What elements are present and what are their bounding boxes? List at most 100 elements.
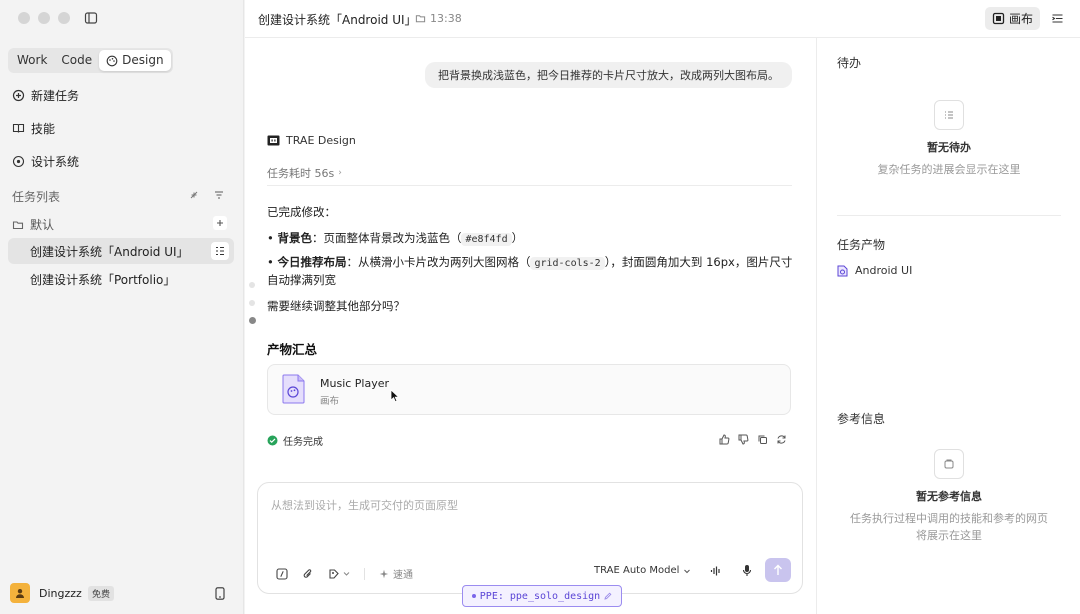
attachment-icon[interactable] <box>302 568 314 580</box>
design-style-icon <box>328 568 340 580</box>
collapse-icon[interactable] <box>188 189 200 201</box>
sparkle-icon <box>379 569 389 579</box>
filter-icon[interactable] <box>213 189 225 201</box>
sidebar-toggle-icon[interactable] <box>84 11 98 25</box>
microphone-icon[interactable] <box>742 564 752 577</box>
chat-panel: 把背景换成浅蓝色，把今日推荐的卡片尺寸放大，改成两列大图布局。 TRAE Des… <box>245 38 816 614</box>
reference-empty-title: 暂无参考信息 <box>916 490 982 503</box>
mode-tab-design[interactable]: Design <box>99 50 171 71</box>
mode-tab-code[interactable]: Code <box>54 50 99 71</box>
task-duration-text: 任务耗时 56s <box>267 167 335 180</box>
bullet-label: 今日推荐布局 <box>277 255 347 269</box>
code-chip: grid-cols-2 <box>530 257 605 270</box>
speed-mode-label: 速通 <box>393 570 413 581</box>
mode-tab-work[interactable]: Work <box>10 50 54 71</box>
model-selector[interactable]: TRAE Auto Model <box>594 565 691 576</box>
book-icon <box>12 122 25 135</box>
folder-default[interactable]: 默认 <box>12 216 54 233</box>
prompt-input[interactable]: 从想法到设计，生成可交付的页面原型 <box>271 497 458 513</box>
folder-icon <box>415 13 426 24</box>
panel-toggle-icon[interactable] <box>1051 12 1064 25</box>
message-actions <box>719 434 787 445</box>
bullet-label: 背景色 <box>277 231 312 245</box>
user-message: 把背景换成浅蓝色，把今日推荐的卡片尺寸放大，改成两列大图布局。 <box>425 62 792 88</box>
task-status-text: 任务完成 <box>283 437 323 448</box>
chevron-right-icon: › <box>338 168 342 178</box>
divider <box>267 185 792 186</box>
avatar[interactable] <box>10 583 30 603</box>
canvas-icon <box>992 12 1005 25</box>
page-title: 创建设计系统「Android UI」 <box>258 13 417 27</box>
environment-badge-text: PPE: ppe_solo_design <box>479 590 601 602</box>
new-task-label: 新建任务 <box>31 89 80 103</box>
artifact-card[interactable]: Music Player 画布 <box>267 364 791 415</box>
maximize-window-button[interactable] <box>58 12 70 24</box>
speed-mode-button[interactable]: 速通 <box>379 566 413 581</box>
chevron-down-icon <box>683 567 691 575</box>
task-menu-icon[interactable] <box>211 242 229 260</box>
bullet-layout: • 今日推荐布局：从横滑小卡片改为两列大图网格（ grid-cols-2 ），封面圆… <box>267 254 795 289</box>
refresh-icon[interactable] <box>776 434 787 445</box>
new-task-button[interactable]: 新建任务 <box>12 87 79 104</box>
send-button[interactable] <box>765 558 791 582</box>
phone-icon[interactable] <box>215 587 225 600</box>
design-style-dropdown[interactable] <box>328 568 350 580</box>
design-file-icon <box>282 374 306 404</box>
task-item-label: 创建设计系统「Android UI」 <box>30 244 189 259</box>
artifact-item-label: Android UI <box>855 264 913 277</box>
task-duration[interactable]: 任务耗时 56s › <box>267 165 342 181</box>
close-window-button[interactable] <box>18 12 30 24</box>
minimize-window-button[interactable] <box>38 12 50 24</box>
reference-title: 参考信息 <box>837 412 886 426</box>
add-task-icon[interactable] <box>213 216 227 230</box>
design-file-icon <box>837 265 848 277</box>
scroll-indicator-dot[interactable] <box>249 300 255 306</box>
task-status: 任务完成 <box>267 433 323 448</box>
folder-label: 默认 <box>30 218 55 232</box>
task-item-portfolio[interactable]: 创建设计系统「Portfolio」 <box>8 266 234 292</box>
canvas-toggle-button[interactable]: 画布 <box>985 7 1041 30</box>
user-name: Dingzzz <box>39 587 82 600</box>
task-item-label: 创建设计系统「Portfolio」 <box>30 272 176 287</box>
skills-button[interactable]: 技能 <box>12 120 55 137</box>
copy-icon[interactable] <box>757 434 768 445</box>
timestamp-text: 13:38 <box>430 12 462 25</box>
todo-empty-description: 复杂任务的进展会显示在这里 <box>877 163 1021 176</box>
bullet-text: ：页面整体背景改为浅蓝色（ <box>311 231 462 245</box>
top-bar: 创建设计系统「Android UI」 13:38 画布 <box>245 0 1080 38</box>
voice-wave-icon[interactable] <box>710 565 721 577</box>
composer: 从想法到设计，生成可交付的页面原型 速通 TRAE Auto Model <box>257 482 803 594</box>
sidebar: Work Code Design 新建任务 技能 设计系统 任务列表 默认 创建… <box>0 0 244 614</box>
reference-empty-description-1: 任务执行过程中调用的技能和参考的网页 <box>850 512 1048 525</box>
timestamp: 13:38 <box>415 12 462 25</box>
scroll-indicator-dot-active[interactable] <box>249 317 256 324</box>
trae-logo-icon <box>267 134 280 147</box>
environment-badge[interactable]: PPE: ppe_solo_design <box>462 585 622 607</box>
design-system-label: 设计系统 <box>31 155 80 169</box>
edit-icon <box>604 592 612 600</box>
artifacts-title: 任务产物 <box>837 238 886 252</box>
done-heading: 已完成修改： <box>267 205 336 219</box>
new-task-icon <box>12 89 25 102</box>
canvas-label: 画布 <box>1009 12 1034 26</box>
scroll-indicator-dot[interactable] <box>249 282 255 288</box>
slash-command-icon[interactable] <box>276 567 288 580</box>
task-item-android-ui[interactable]: 创建设计系统「Android UI」 <box>8 238 234 264</box>
artifact-type: 画布 <box>320 396 340 407</box>
bullet-text: ：从横滑小卡片改为两列大图网格（ <box>346 255 531 269</box>
reference-empty-description-2: 将展示在这里 <box>916 529 982 542</box>
skills-label: 技能 <box>31 122 56 136</box>
design-system-button[interactable]: 设计系统 <box>12 153 79 170</box>
todo-title: 待办 <box>837 56 862 70</box>
thumbs-down-icon[interactable] <box>738 434 749 445</box>
artifact-item-android-ui[interactable]: Android UI <box>837 264 912 277</box>
plan-badge: 免费 <box>88 586 115 601</box>
bullet-dot: • <box>267 231 278 245</box>
window-controls <box>18 12 70 24</box>
reference-empty-icon <box>934 449 964 479</box>
agent-header: TRAE Design <box>267 134 356 147</box>
thumbs-up-icon[interactable] <box>719 434 730 445</box>
bullet-text: ） <box>511 231 524 245</box>
toolbar-divider <box>364 567 365 580</box>
design-system-icon <box>12 155 25 168</box>
